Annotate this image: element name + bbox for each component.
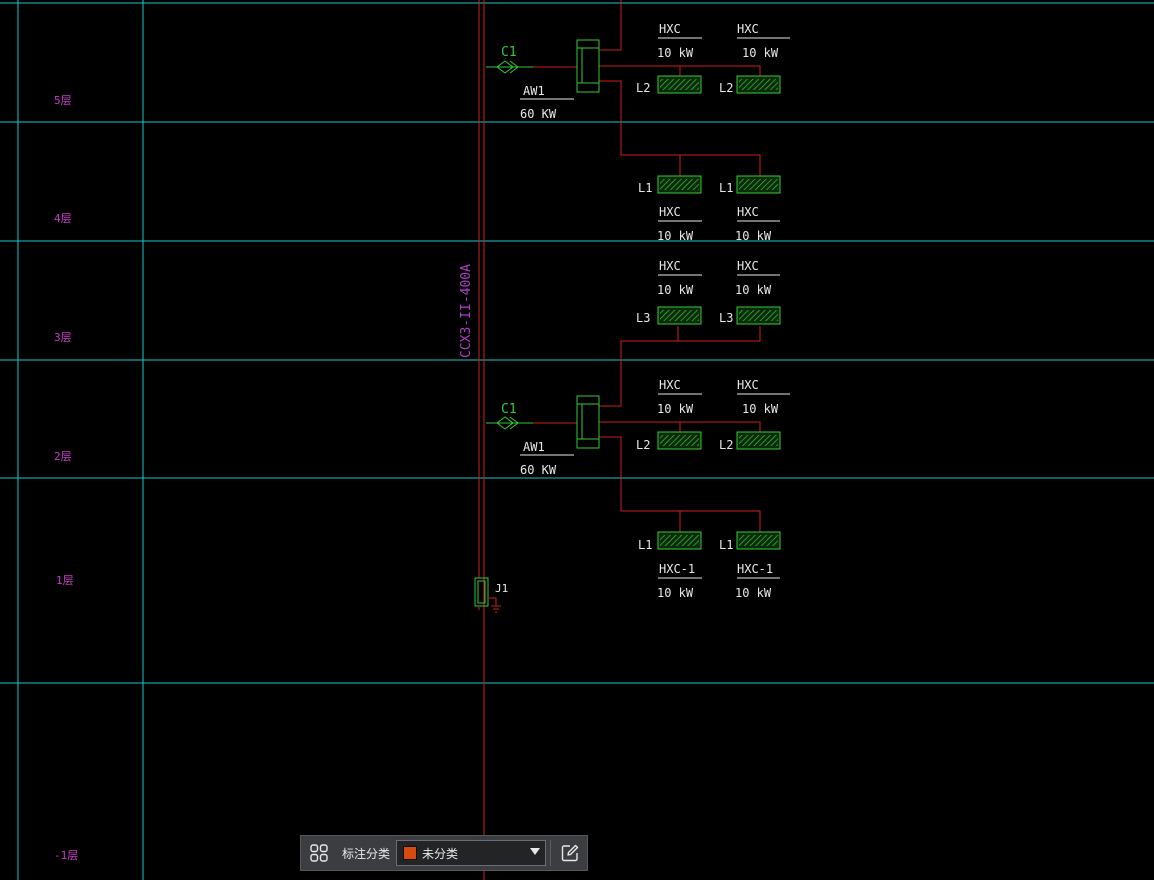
branch-wire xyxy=(599,0,622,51)
load-unit-hatch xyxy=(660,79,699,90)
junction-label: J1 xyxy=(495,582,508,595)
floor-label-2: 2层 xyxy=(54,450,72,463)
annotation-toolbar: 标注分类 未分类 xyxy=(300,835,588,871)
symbols xyxy=(474,37,790,607)
unit-name: HXC-1 xyxy=(659,562,695,576)
unit-name: HXC xyxy=(659,378,681,392)
load-unit-hatch xyxy=(739,179,778,190)
unit-power: 10 kW xyxy=(735,283,772,297)
toolbar-divider xyxy=(550,840,552,866)
unit-line: L3 xyxy=(719,311,733,325)
unit-line: L1 xyxy=(719,538,733,552)
ground-wire xyxy=(489,597,497,606)
unit-name: HXC xyxy=(737,378,759,392)
unit-power: 10 kW xyxy=(657,229,694,243)
floor-label-3: 3层 xyxy=(54,331,72,344)
unit-power: 10 kW xyxy=(657,586,694,600)
load-unit-hatch xyxy=(739,535,778,546)
chevron-down-icon[interactable] xyxy=(530,848,541,855)
unit-line: L1 xyxy=(638,538,652,552)
panel-power: 60 KW xyxy=(520,463,557,477)
floor-label-b1: -1层 xyxy=(54,849,78,862)
load-unit-hatch xyxy=(660,179,699,190)
unit-name: HXC xyxy=(659,259,681,273)
junction-box xyxy=(474,577,489,607)
drawing-canvas[interactable]: 5层 4层 3层 2层 1层 -1层 CCX3-II-400A C1 AW1 6… xyxy=(0,0,1154,880)
breaker-label: C1 xyxy=(501,45,517,60)
unit-name: HXC xyxy=(737,259,759,273)
unit-name: HXC xyxy=(659,22,681,36)
panel-name: AW1 xyxy=(523,84,545,98)
busway-label: CCX3-II-400A xyxy=(459,264,474,358)
floor-label-5: 5层 xyxy=(54,94,72,107)
load-unit-hatch xyxy=(739,435,778,446)
unit-line: L2 xyxy=(719,81,733,95)
unit-name: HXC xyxy=(737,205,759,219)
unit-name: HXC xyxy=(737,22,759,36)
unit-power: 10 kW xyxy=(657,402,694,416)
unit-line: L2 xyxy=(636,438,650,452)
unit-line: L2 xyxy=(719,438,733,452)
breaker-label: C1 xyxy=(501,402,517,417)
category-select[interactable]: 未分类 xyxy=(396,840,547,866)
unit-line: L2 xyxy=(636,81,650,95)
load-unit-hatch xyxy=(660,310,699,321)
unit-power: 10 kW xyxy=(742,46,779,60)
unit-power: 10 kW xyxy=(657,46,694,60)
floor-label-4: 4层 xyxy=(54,212,72,225)
unit-line: L3 xyxy=(636,311,650,325)
edit-icon[interactable] xyxy=(555,838,585,868)
branch-wire xyxy=(599,356,622,407)
wiring xyxy=(478,0,761,880)
unit-power: 10 kW xyxy=(742,402,779,416)
load-unit-hatch xyxy=(660,435,699,446)
unit-power: 10 kW xyxy=(735,229,772,243)
category-label: 标注分类 xyxy=(342,846,391,861)
category-selected-value: 未分类 xyxy=(422,846,459,861)
unit-line: L1 xyxy=(638,181,652,195)
load-unit-hatch xyxy=(660,535,699,546)
unit-line: L1 xyxy=(719,181,733,195)
load-unit-hatch xyxy=(739,79,778,90)
floor-label-1: 1层 xyxy=(56,574,74,587)
unit-power: 10 kW xyxy=(735,586,772,600)
load-unit-hatch xyxy=(739,310,778,321)
panel-power: 60 KW xyxy=(520,107,557,121)
grid-apps-icon[interactable] xyxy=(304,838,334,868)
unit-name: HXC xyxy=(659,205,681,219)
unit-name: HXC-1 xyxy=(737,562,773,576)
unit-power: 10 kW xyxy=(657,283,694,297)
panel-name: AW1 xyxy=(523,440,545,454)
category-color-swatch xyxy=(403,846,418,860)
